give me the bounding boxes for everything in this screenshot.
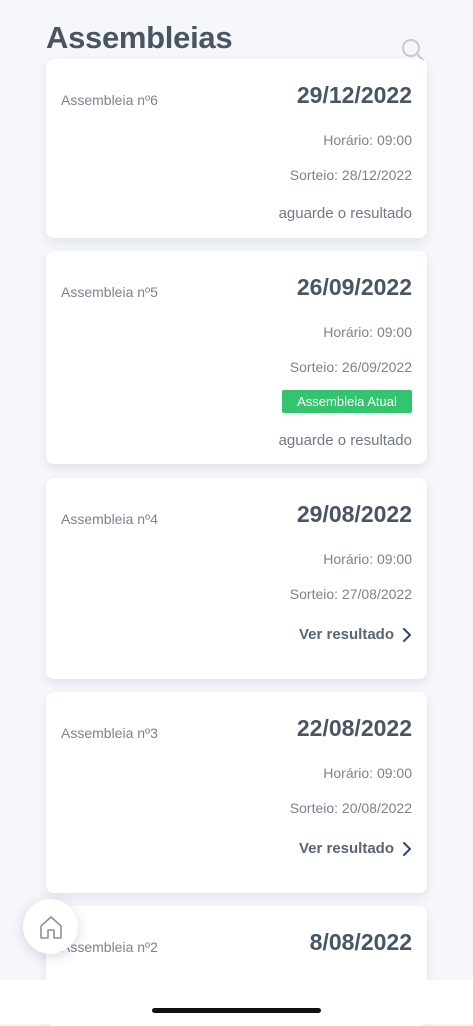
home-indicator[interactable]	[152, 1008, 321, 1013]
assembly-status: aguarde o resultado	[278, 205, 412, 222]
assembly-date: 22/08/2022	[296, 715, 412, 741]
assembly-title: Assembleia nº4	[61, 511, 158, 527]
bottom-bar	[0, 980, 473, 1024]
home-icon	[39, 915, 62, 939]
page-title: Assembleias	[46, 20, 233, 55]
assembly-card: Assembleia nº3 22/08/2022 Horário: 09:00…	[46, 692, 427, 893]
assembly-card: Assembleia nº4 29/08/2022 Horário: 09:00…	[46, 478, 427, 679]
assembly-title: Assembleia nº2	[61, 939, 158, 955]
assembly-draw-date: Sorteio: 20/08/2022	[289, 800, 412, 816]
home-button[interactable]	[23, 899, 78, 954]
assembly-time: Horário: 09:00	[323, 132, 412, 148]
chevron-right-icon	[403, 627, 411, 642]
assembly-time: Horário: 09:00	[323, 551, 412, 567]
assembly-card: Assembleia nº6 29/12/2022 Horário: 09:00…	[46, 59, 427, 238]
assembly-draw-date: Sorteio: 28/12/2022	[289, 167, 412, 183]
assembly-date: 29/12/2022	[296, 82, 412, 108]
current-assembly-badge: Assembleia Atual	[282, 390, 412, 413]
assembly-date: 26/09/2022	[296, 274, 412, 300]
view-result-label: Ver resultado	[298, 840, 394, 857]
view-result-label: Ver resultado	[298, 626, 394, 643]
assembly-title: Assembleia nº5	[61, 284, 158, 300]
view-result-link[interactable]: Ver resultado	[299, 626, 412, 643]
assembly-title: Assembleia nº3	[61, 725, 158, 741]
view-result-link[interactable]: Ver resultado	[299, 840, 412, 857]
assembly-status: aguarde o resultado	[278, 432, 412, 449]
assembly-date: 8/08/2022	[309, 929, 412, 955]
assembly-date: 29/08/2022	[296, 501, 412, 527]
assembly-time: Horário: 09:00	[323, 765, 412, 781]
assembly-draw-date: Sorteio: 27/08/2022	[289, 586, 412, 602]
assembly-title: Assembleia nº6	[61, 92, 158, 108]
assembly-card: Assembleia nº5 26/09/2022 Horário: 09:00…	[46, 251, 427, 464]
assembly-time: Horário: 09:00	[323, 324, 412, 340]
chevron-right-icon	[403, 841, 411, 856]
header: Assembleias	[0, 0, 473, 62]
assembly-draw-date: Sorteio: 26/09/2022	[289, 359, 412, 375]
